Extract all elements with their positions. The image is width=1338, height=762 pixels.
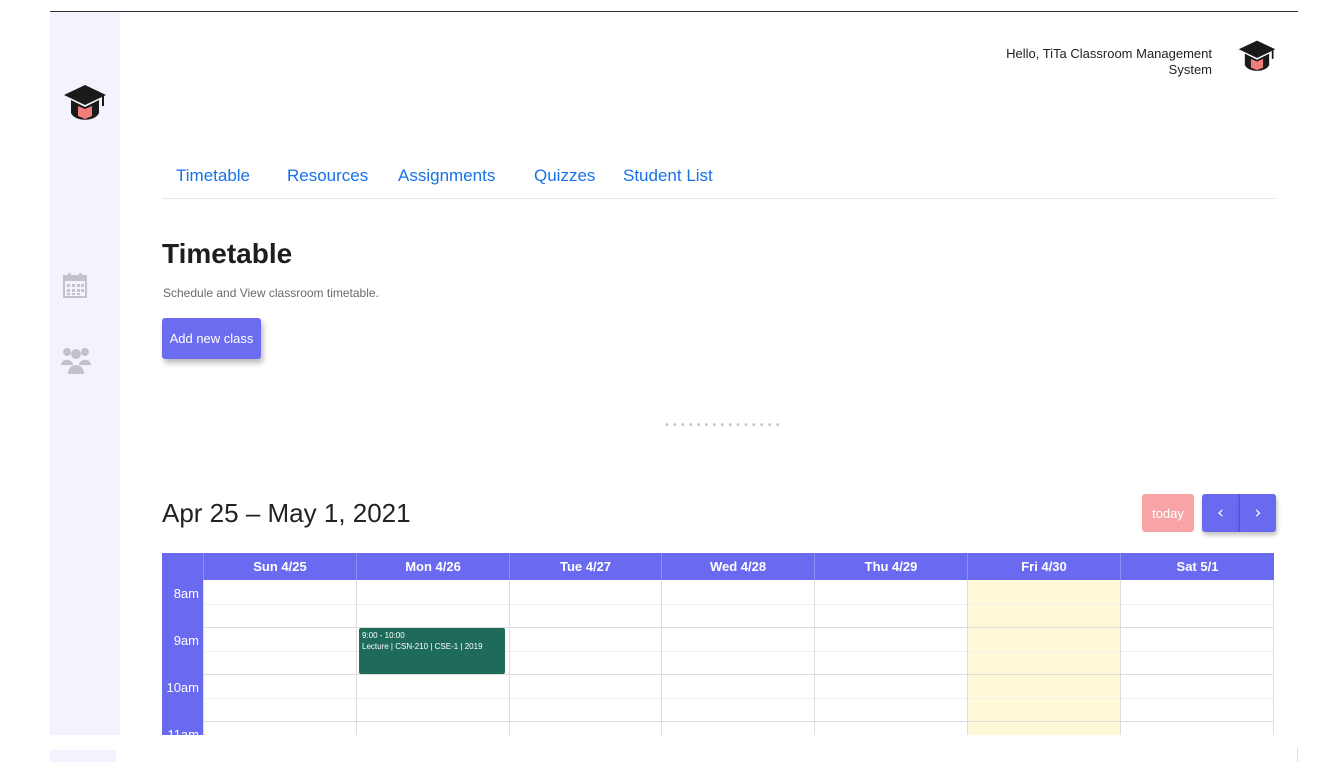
event-time: 9:00 - 10:00 xyxy=(362,631,405,640)
grid-line xyxy=(203,698,1274,699)
grid-line xyxy=(509,580,510,735)
today-button[interactable]: today xyxy=(1142,494,1194,532)
section-divider: ••••••••••••••• xyxy=(664,420,783,431)
page-edge xyxy=(1297,748,1298,762)
grid-line xyxy=(967,580,968,735)
time-axis: 8am 9am 10am 11am xyxy=(162,580,203,735)
day-header-wed: Wed 4/28 xyxy=(661,553,814,580)
time-label: 9am xyxy=(173,633,199,648)
day-header-fri: Fri 4/30 xyxy=(967,553,1120,580)
grid-line xyxy=(356,580,357,735)
sidebar-footer xyxy=(50,750,116,762)
calendar-header: Sun 4/25 Mon 4/26 Tue 4/27 Wed 4/28 Thu … xyxy=(162,553,1274,580)
time-label: 11am xyxy=(167,727,199,735)
prev-week-button[interactable]: ‹ xyxy=(1202,494,1239,532)
users-icon[interactable] xyxy=(60,345,92,375)
calendar-event[interactable]: 9:00 - 10:00 Lecture | CSN-210 | CSE-1 |… xyxy=(359,628,505,674)
grid-line xyxy=(203,604,1274,605)
page-title: Timetable xyxy=(162,238,293,269)
event-title: Lecture | CSN-210 | CSE-1 | 2019 xyxy=(362,642,483,651)
tab-timetable[interactable]: Timetable xyxy=(176,166,250,186)
day-header-mon: Mon 4/26 xyxy=(356,553,509,580)
next-week-button[interactable]: › xyxy=(1239,494,1276,532)
tab-bar: Timetable Resources Assignments Quizzes … xyxy=(162,166,1276,199)
grid-line xyxy=(661,580,662,735)
grid-line xyxy=(1273,580,1274,735)
tab-student-list[interactable]: Student List xyxy=(623,166,713,186)
time-label: 8am xyxy=(173,586,199,601)
greeting-text: Hello, TiTa Classroom Management System xyxy=(1006,46,1212,77)
page-subtitle: Schedule and View classroom timetable. xyxy=(163,286,379,300)
tab-resources[interactable]: Resources xyxy=(287,166,368,186)
add-new-class-button[interactable]: Add new class xyxy=(162,318,261,359)
grid-line xyxy=(203,674,1274,675)
user-avatar-icon[interactable] xyxy=(1237,38,1277,78)
grid-line xyxy=(203,721,1274,722)
grid-line xyxy=(203,580,204,735)
top-rule xyxy=(50,11,1298,12)
grid-line xyxy=(814,580,815,735)
tab-quizzes[interactable]: Quizzes xyxy=(534,166,595,186)
calendar-icon[interactable] xyxy=(62,272,88,299)
time-label: 10am xyxy=(166,680,199,695)
tab-assignments[interactable]: Assignments xyxy=(398,166,495,186)
day-header-sat: Sat 5/1 xyxy=(1120,553,1274,580)
graduation-cap-logo-icon[interactable] xyxy=(62,82,108,128)
grid-line xyxy=(1120,580,1121,735)
week-calendar: Sun 4/25 Mon 4/26 Tue 4/27 Wed 4/28 Thu … xyxy=(162,553,1274,735)
day-header-thu: Thu 4/29 xyxy=(814,553,967,580)
day-header-tue: Tue 4/27 xyxy=(509,553,661,580)
day-header-sun: Sun 4/25 xyxy=(203,553,356,580)
calendar-title: Apr 25 – May 1, 2021 xyxy=(162,498,411,528)
